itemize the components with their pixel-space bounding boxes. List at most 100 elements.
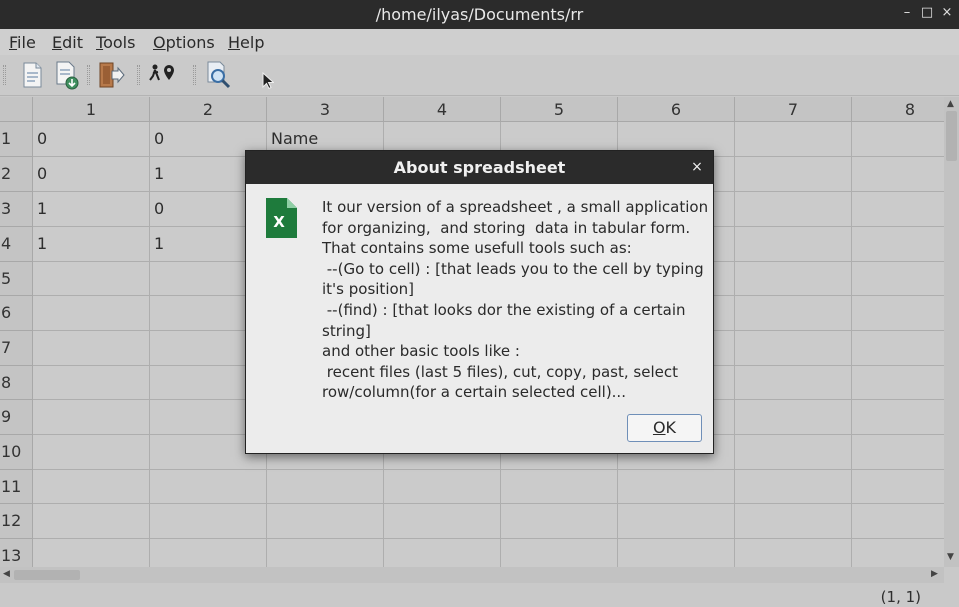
table-cell[interactable]	[735, 192, 852, 227]
table-cell[interactable]	[852, 504, 944, 539]
table-cell[interactable]	[852, 157, 944, 192]
table-cell[interactable]: 0	[33, 122, 150, 157]
column-header[interactable]: 3	[267, 97, 384, 122]
table-cell[interactable]	[33, 435, 150, 470]
scroll-right-icon[interactable]: ▶	[931, 569, 938, 579]
save-document-icon[interactable]	[51, 59, 83, 91]
table-cell[interactable]	[150, 470, 267, 504]
table-cell[interactable]	[33, 539, 150, 567]
menu-file[interactable]: File	[9, 33, 36, 52]
ok-button[interactable]: OK	[627, 414, 702, 442]
column-header[interactable]: 6	[618, 97, 735, 122]
toolbar-handle[interactable]	[3, 65, 6, 85]
table-cell[interactable]	[150, 539, 267, 567]
vertical-scrollbar[interactable]: ▲ ▼	[944, 97, 959, 567]
table-cell[interactable]	[33, 400, 150, 435]
table-cell[interactable]: 0	[33, 157, 150, 192]
horizontal-scroll-thumb[interactable]	[14, 570, 80, 580]
table-cell[interactable]	[501, 504, 618, 539]
column-header[interactable]: 7	[735, 97, 852, 122]
vertical-scroll-thumb[interactable]	[946, 111, 957, 161]
scroll-down-icon[interactable]: ▼	[947, 552, 954, 562]
table-cell[interactable]	[852, 539, 944, 567]
table-cell[interactable]	[735, 539, 852, 567]
table-cell[interactable]	[384, 539, 501, 567]
table-cell[interactable]	[618, 504, 735, 539]
table-cell[interactable]	[384, 504, 501, 539]
table-cell[interactable]	[267, 470, 384, 504]
table-cell[interactable]	[267, 539, 384, 567]
table-cell[interactable]	[501, 539, 618, 567]
table-cell[interactable]	[852, 262, 944, 296]
column-header[interactable]: 1	[33, 97, 150, 122]
table-cell[interactable]	[852, 227, 944, 262]
table-cell[interactable]	[735, 435, 852, 470]
row-header[interactable]: 11	[0, 470, 33, 504]
table-cell[interactable]	[852, 122, 944, 157]
row-header[interactable]: 4	[0, 227, 33, 262]
table-cell[interactable]	[852, 470, 944, 504]
table-cell[interactable]	[33, 296, 150, 331]
table-cell[interactable]	[735, 122, 852, 157]
exit-door-icon[interactable]	[95, 59, 127, 91]
row-header[interactable]: 1	[0, 122, 33, 157]
menu-tools[interactable]: Tools	[96, 33, 135, 52]
minimize-button[interactable]: –	[899, 4, 915, 22]
table-cell[interactable]	[33, 504, 150, 539]
table-cell[interactable]	[33, 366, 150, 400]
scroll-left-icon[interactable]: ◀	[3, 569, 10, 579]
row-header[interactable]: 6	[0, 296, 33, 331]
table-cell[interactable]	[618, 539, 735, 567]
column-header[interactable]: 8	[852, 97, 944, 122]
row-header[interactable]: 13	[0, 539, 33, 567]
row-header[interactable]: 2	[0, 157, 33, 192]
table-cell[interactable]	[501, 470, 618, 504]
table-cell[interactable]: 1	[33, 192, 150, 227]
column-header[interactable]: 5	[501, 97, 618, 122]
scroll-up-icon[interactable]: ▲	[947, 99, 954, 109]
column-header[interactable]: 4	[384, 97, 501, 122]
row-header[interactable]: 9	[0, 400, 33, 435]
menu-edit[interactable]: Edit	[52, 33, 83, 52]
table-cell[interactable]	[735, 262, 852, 296]
dialog-close-button[interactable]: ×	[689, 157, 705, 177]
row-header[interactable]: 7	[0, 331, 33, 366]
close-window-button[interactable]: ×	[939, 4, 955, 22]
new-document-icon[interactable]	[16, 59, 48, 91]
menu-options[interactable]: Options	[153, 33, 215, 52]
row-header[interactable]: 5	[0, 262, 33, 296]
table-cell[interactable]	[735, 296, 852, 331]
table-cell[interactable]	[735, 331, 852, 366]
table-cell[interactable]	[852, 192, 944, 227]
table-cell[interactable]	[852, 400, 944, 435]
table-cell[interactable]	[618, 470, 735, 504]
menu-help[interactable]: Help	[228, 33, 264, 52]
row-header[interactable]: 10	[0, 435, 33, 470]
table-cell[interactable]	[33, 331, 150, 366]
table-cell[interactable]	[267, 504, 384, 539]
table-cell[interactable]	[735, 227, 852, 262]
table-cell[interactable]	[33, 470, 150, 504]
table-cell[interactable]	[852, 331, 944, 366]
table-cell[interactable]	[735, 470, 852, 504]
grid-corner[interactable]	[0, 97, 33, 122]
table-cell[interactable]	[735, 366, 852, 400]
table-cell[interactable]	[852, 435, 944, 470]
row-header[interactable]: 12	[0, 504, 33, 539]
table-cell[interactable]	[384, 470, 501, 504]
column-header[interactable]: 2	[150, 97, 267, 122]
row-header[interactable]: 8	[0, 366, 33, 400]
table-cell[interactable]	[852, 366, 944, 400]
table-cell[interactable]	[33, 262, 150, 296]
maximize-button[interactable]: □	[919, 4, 935, 22]
table-cell[interactable]	[150, 504, 267, 539]
horizontal-scrollbar[interactable]: ◀ ▶	[0, 567, 944, 583]
table-cell[interactable]	[735, 157, 852, 192]
row-header[interactable]: 3	[0, 192, 33, 227]
table-cell[interactable]: 1	[33, 227, 150, 262]
go-to-cell-icon[interactable]	[147, 59, 179, 91]
table-cell[interactable]	[735, 504, 852, 539]
find-icon[interactable]	[203, 59, 235, 91]
table-cell[interactable]	[852, 296, 944, 331]
table-cell[interactable]	[735, 400, 852, 435]
